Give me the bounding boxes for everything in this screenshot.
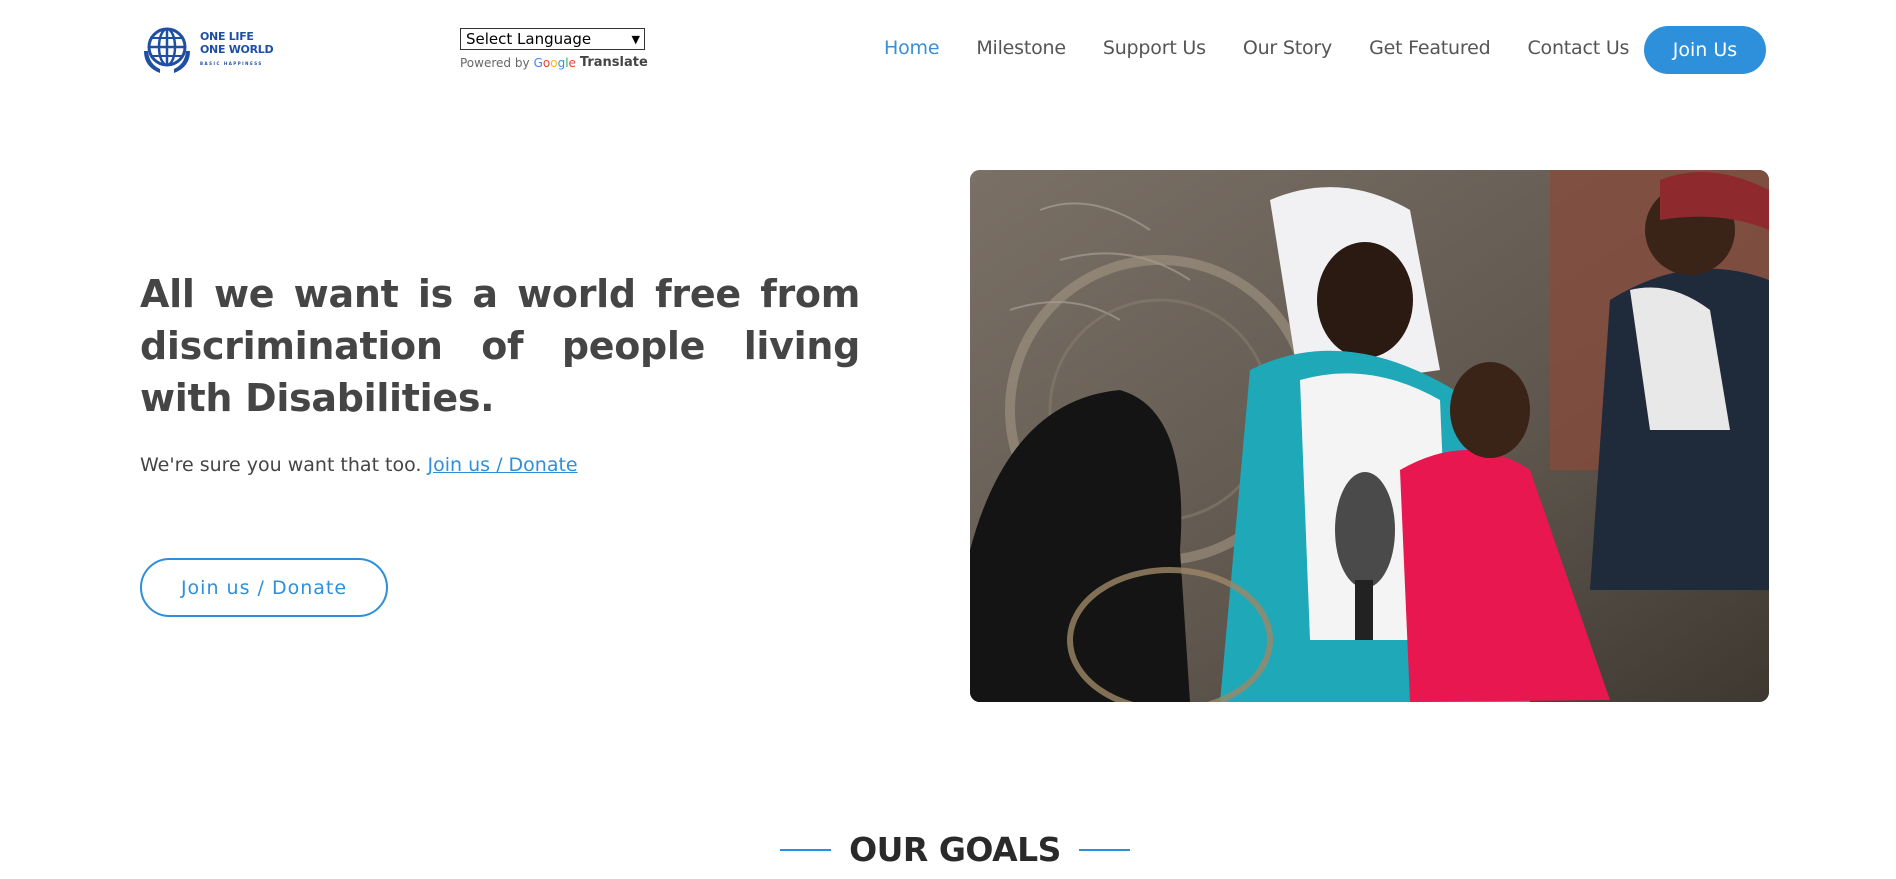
hero-subtitle-text: We're sure you want that too. (140, 454, 422, 476)
hero-image (970, 170, 1769, 702)
goals-heading: OUR GOALS (780, 830, 1130, 869)
goals-title: OUR GOALS (849, 830, 1061, 869)
nav-get-featured[interactable]: Get Featured (1369, 37, 1491, 59)
nav-milestone[interactable]: Milestone (976, 37, 1066, 59)
logo-tagline: BASIC HAPPINESS (200, 61, 263, 66)
join-donate-button[interactable]: Join us / Donate (140, 558, 388, 617)
logo-line-2: ONE WORLD (200, 43, 274, 56)
main-nav: Home Milestone Support Us Our Story Get … (884, 37, 1666, 59)
nav-home[interactable]: Home (884, 37, 940, 59)
google-logo-icon: Google (533, 55, 576, 70)
language-select-value: Select Language (466, 30, 592, 48)
logo-text: ONE LIFE ONE WORLD BASIC HAPPINESS (200, 30, 274, 70)
language-select[interactable]: Select Language ▼ (460, 28, 645, 50)
hero-subtitle: We're sure you want that too. Join us / … (140, 454, 578, 476)
google-translate-widget: Select Language ▼ Powered by Google Tran… (460, 28, 648, 70)
powered-by-google: Powered by Google Translate (460, 55, 648, 70)
globe-hands-icon (144, 27, 190, 73)
hero-join-donate-link[interactable]: Join us / Donate (428, 454, 578, 476)
nav-support-us[interactable]: Support Us (1103, 37, 1206, 59)
nav-contact-us[interactable]: Contact Us (1527, 37, 1629, 59)
site-logo[interactable]: ONE LIFE ONE WORLD BASIC HAPPINESS (140, 25, 274, 75)
hero-title: All we want is a world free from discrim… (140, 272, 860, 420)
chevron-down-icon: ▼ (631, 32, 640, 46)
logo-line-1: ONE LIFE (200, 30, 254, 43)
join-us-button[interactable]: Join Us (1644, 26, 1766, 74)
divider-line (780, 848, 832, 851)
divider-line (1078, 848, 1130, 851)
translate-link[interactable]: Translate (580, 55, 648, 70)
powered-by-label: Powered by (460, 55, 530, 70)
site-header: ONE LIFE ONE WORLD BASIC HAPPINESS Selec… (0, 0, 1896, 100)
hero-photo (970, 170, 1769, 702)
nav-our-story[interactable]: Our Story (1243, 37, 1332, 59)
